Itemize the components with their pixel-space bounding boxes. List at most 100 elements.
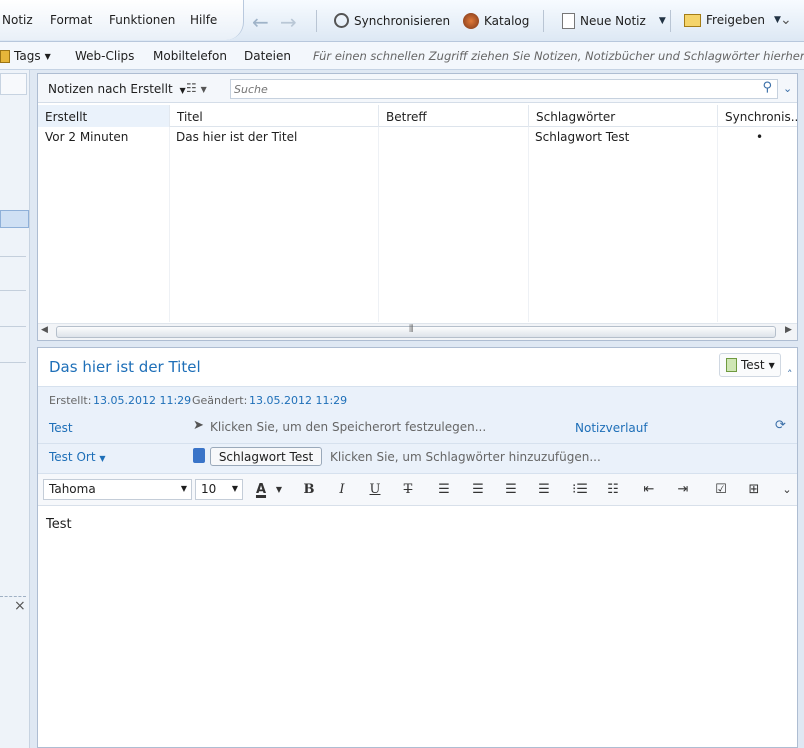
- modified-date[interactable]: 13.05.2012 11:29: [249, 394, 347, 407]
- scroll-thumb[interactable]: ⦀: [56, 324, 776, 338]
- menu-format[interactable]: Format: [50, 13, 92, 27]
- menu-notiz[interactable]: Notiz: [2, 13, 33, 27]
- bold-button[interactable]: B: [300, 481, 318, 499]
- menu-bar: Notiz Format Funktionen Hilfe: [0, 0, 244, 40]
- tag-chip-label: Schlagwort Test: [218, 450, 314, 464]
- sidebar-divider: [0, 256, 26, 257]
- align-left-icon[interactable]: ☰: [435, 481, 453, 499]
- location-field[interactable]: Klicken Sie, um den Speicherort festzule…: [210, 420, 486, 434]
- column-label: Titel: [177, 110, 203, 124]
- sidebar-item-selected[interactable]: [0, 210, 29, 228]
- note-list-panel: Notizen nach Erstellt ▼ ☷ ▼ ⚲ ⌄ Erstellt…: [37, 73, 798, 341]
- chevron-down-icon[interactable]: ⌄: [783, 82, 792, 95]
- note-title[interactable]: Das hier ist der Titel: [49, 358, 201, 376]
- chevron-down-icon[interactable]: ▼: [659, 16, 666, 26]
- column-header-created[interactable]: Erstellt ˄: [38, 105, 170, 127]
- column-header-title[interactable]: Titel: [170, 105, 379, 127]
- chevron-down-icon: ▼: [44, 51, 51, 61]
- cell-sync: •: [756, 130, 764, 144]
- italic-button[interactable]: I: [333, 481, 351, 499]
- horizontal-scrollbar[interactable]: ◀ ⦀ ▶: [38, 323, 797, 340]
- modified-label: Geändert:: [192, 394, 248, 407]
- column-header-subject[interactable]: Betreff: [379, 105, 529, 127]
- column-header-sync[interactable]: Synchronis...: [718, 105, 797, 127]
- catalog-label: Katalog: [484, 14, 530, 28]
- notebook-dropdown[interactable]: Test ▼: [719, 353, 781, 377]
- chevron-down-icon: ▼: [179, 86, 186, 95]
- new-note-button[interactable]: Neue Notiz ▼: [562, 13, 666, 29]
- font-color-icon[interactable]: A: [252, 481, 270, 499]
- overflow-chevrons-icon[interactable]: ⌄: [780, 12, 792, 28]
- font-family-value: Tahoma: [49, 482, 96, 496]
- refresh-icon[interactable]: ⟳: [775, 418, 786, 433]
- note-icon: [562, 13, 575, 29]
- align-justify-icon[interactable]: ☰: [535, 481, 553, 499]
- bullet-list-icon[interactable]: ⁝☰: [571, 481, 589, 499]
- close-icon[interactable]: ×: [14, 598, 26, 614]
- menu-hilfe[interactable]: Hilfe: [190, 13, 217, 27]
- table-icon[interactable]: ⊞: [745, 481, 763, 499]
- search-box[interactable]: ⚲: [230, 79, 778, 99]
- files-link[interactable]: Dateien: [244, 49, 291, 63]
- checkbox-icon[interactable]: ☑: [712, 481, 730, 499]
- align-center-icon[interactable]: ☰: [469, 481, 487, 499]
- column-header-tags[interactable]: Schlagwörter: [529, 105, 718, 127]
- column-label: Betreff: [386, 110, 427, 124]
- back-arrow-icon[interactable]: ←: [252, 10, 269, 34]
- column-divider: [717, 127, 718, 322]
- align-right-icon[interactable]: ☰: [502, 481, 520, 499]
- sidebar-divider: [0, 326, 26, 327]
- scroll-right-icon[interactable]: ▶: [785, 325, 792, 335]
- search-icon[interactable]: ⚲: [762, 80, 772, 95]
- note-body-text[interactable]: Test: [46, 517, 72, 532]
- collapse-icon[interactable]: ˄: [787, 368, 793, 381]
- font-size-select[interactable]: 10 ▼: [195, 479, 243, 500]
- tags-label: Tags: [14, 49, 41, 63]
- chevron-down-icon[interactable]: ▼: [270, 481, 288, 499]
- shortcut-hint: Für einen schnellen Zugriff ziehen Sie N…: [313, 49, 804, 63]
- tag-input[interactable]: Klicken Sie, um Schlagwörter hinzuzufüge…: [330, 450, 601, 464]
- toolbar-divider: [543, 10, 544, 32]
- catalog-button[interactable]: Katalog: [463, 13, 529, 29]
- overflow-chevrons-icon[interactable]: ⌄: [778, 481, 796, 499]
- tag-chip[interactable]: Schlagwort Test: [210, 447, 322, 466]
- column-divider: [169, 127, 170, 322]
- search-input[interactable]: [234, 81, 754, 97]
- note-editor-panel: Das hier ist der Titel Test ▼ ˄ Erstellt…: [37, 347, 798, 748]
- author-field[interactable]: Test: [49, 421, 73, 435]
- scroll-left-icon[interactable]: ◀: [41, 325, 48, 335]
- strikethrough-button[interactable]: T: [399, 481, 417, 499]
- tags-dropdown[interactable]: Tags ▼: [0, 49, 51, 63]
- sidebar-collapsed: ×: [0, 70, 30, 748]
- history-link[interactable]: Notizverlauf: [575, 421, 648, 435]
- font-family-select[interactable]: Tahoma ▼: [43, 479, 192, 500]
- sort-label: Notizen nach Erstellt: [48, 82, 173, 96]
- cell-title: Das hier ist der Titel: [176, 130, 298, 144]
- numbered-list-icon[interactable]: ☷: [604, 481, 622, 499]
- note-body-editor[interactable]: Test: [38, 507, 797, 747]
- chevron-down-icon: ▼: [768, 360, 775, 370]
- mobile-link[interactable]: Mobiltelefon: [153, 49, 227, 63]
- sync-button[interactable]: Synchronisieren: [334, 13, 450, 28]
- webclips-link[interactable]: Web-Clips: [75, 49, 134, 63]
- place-dropdown[interactable]: Test Ort ▼: [49, 450, 106, 464]
- column-label: Synchronis...: [725, 110, 797, 124]
- share-label: Freigeben: [706, 13, 766, 27]
- sort-dropdown[interactable]: Notizen nach Erstellt ▼: [48, 82, 186, 96]
- share-button[interactable]: Freigeben ▼: [684, 13, 781, 27]
- cell-created: Vor 2 Minuten: [45, 130, 129, 144]
- sync-label: Synchronisieren: [354, 13, 451, 28]
- forward-arrow-icon[interactable]: →: [280, 10, 297, 34]
- chevron-down-icon: ▼: [180, 484, 187, 493]
- tag-icon: [193, 448, 205, 463]
- sidebar-divider: [0, 362, 26, 363]
- indent-icon[interactable]: ⇥: [674, 481, 692, 499]
- view-options-icon[interactable]: ☷ ▼: [186, 81, 207, 95]
- underline-button[interactable]: U: [366, 481, 384, 499]
- chevron-down-icon: ▼: [231, 484, 238, 493]
- outdent-icon[interactable]: ⇤: [640, 481, 658, 499]
- menu-funktionen[interactable]: Funktionen: [109, 13, 175, 27]
- chevron-down-icon: ▼: [99, 454, 106, 463]
- location-arrow-icon: ➤: [193, 418, 204, 433]
- created-date[interactable]: 13.05.2012 11:29: [93, 394, 191, 407]
